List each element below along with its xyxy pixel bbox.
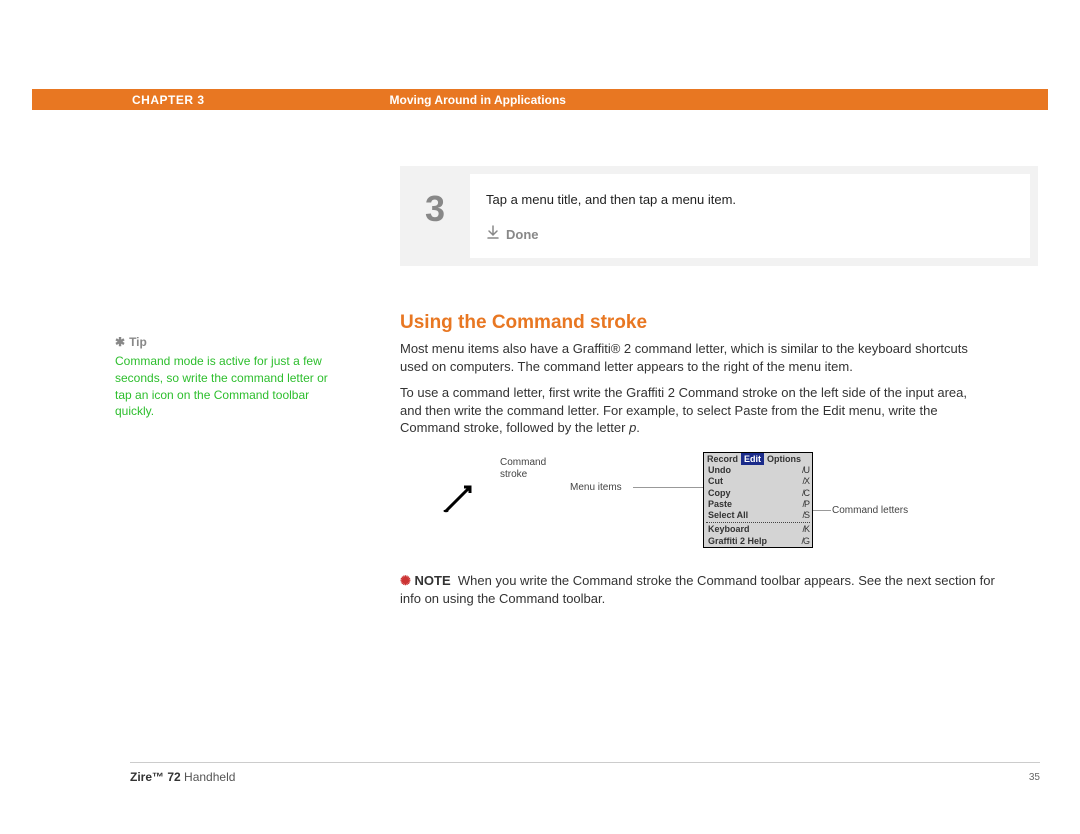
tip-star-icon: ✱	[115, 335, 125, 349]
footer-rule	[130, 762, 1040, 763]
menu-panel: Record Edit Options Undo/U Cut/X Copy/C …	[703, 452, 813, 548]
chapter-title: Moving Around in Applications	[390, 93, 566, 107]
body-p2-a: To use a command letter, first write the…	[400, 385, 967, 435]
footer-product-rest: Handheld	[181, 770, 236, 784]
footer-page-number: 35	[1029, 772, 1040, 783]
body-paragraph-1: Most menu items also have a Graffiti® 2 …	[400, 340, 990, 375]
step-box: 3 Tap a menu title, and then tap a menu …	[400, 166, 1038, 266]
menu-item: Paste/P	[704, 499, 812, 510]
menu-divider	[706, 522, 810, 523]
figure-command-stroke-label: Commandstroke	[500, 457, 546, 481]
menu-item: Graffiti 2 Help/G	[704, 536, 812, 547]
footer-product: Zire™ 72 Handheld	[130, 770, 235, 784]
menu-tab-options: Options	[764, 453, 804, 465]
menu-tab-record: Record	[704, 453, 741, 465]
chapter-label: CHAPTER 3	[132, 93, 205, 107]
menu-tabs: Record Edit Options	[704, 453, 812, 465]
command-stroke-icon	[440, 483, 476, 517]
menu-item: Keyboard/K	[704, 524, 812, 535]
menu-item: Copy/C	[704, 488, 812, 499]
menu-item: Undo/U	[704, 465, 812, 476]
tip-title: ✱ Tip	[115, 335, 335, 349]
figure-command-letters-label: Command letters	[832, 505, 908, 516]
section-heading: Using the Command stroke	[400, 312, 647, 334]
note-text: When you write the Command stroke the Co…	[400, 573, 995, 606]
done-indicator: Done	[486, 225, 1016, 243]
menu-item: Select All/S	[704, 510, 812, 521]
tip-label: Tip	[129, 335, 147, 349]
note-icon: ✺	[400, 573, 411, 588]
tip-block: ✱ Tip Command mode is active for just a f…	[115, 335, 335, 420]
menu-list: Undo/U Cut/X Copy/C Paste/P Select All/S…	[704, 465, 812, 547]
figure: Commandstroke Menu items Command letters…	[400, 445, 1040, 565]
figure-menu-items-label: Menu items	[570, 482, 622, 493]
figure-menu-items-leader	[633, 487, 703, 488]
done-label: Done	[506, 227, 539, 242]
step-body: Tap a menu title, and then tap a menu it…	[470, 174, 1030, 258]
step-text: Tap a menu title, and then tap a menu it…	[486, 192, 1016, 207]
menu-item: Cut/X	[704, 476, 812, 487]
body-paragraph-2: To use a command letter, first write the…	[400, 384, 990, 437]
body-p2-c: .	[636, 420, 640, 435]
chapter-header-bar: CHAPTER 3 Moving Around in Applications	[32, 89, 1048, 110]
done-arrow-icon	[486, 225, 500, 243]
figure-command-letters-leader	[813, 510, 831, 511]
note-block: ✺ NOTE When you write the Command stroke…	[400, 572, 1000, 607]
step-number: 3	[400, 166, 470, 266]
footer-product-bold: Zire™ 72	[130, 770, 181, 784]
menu-tab-edit: Edit	[741, 453, 764, 465]
tip-body: Command mode is active for just a few se…	[115, 353, 335, 420]
note-label: NOTE	[415, 573, 451, 588]
